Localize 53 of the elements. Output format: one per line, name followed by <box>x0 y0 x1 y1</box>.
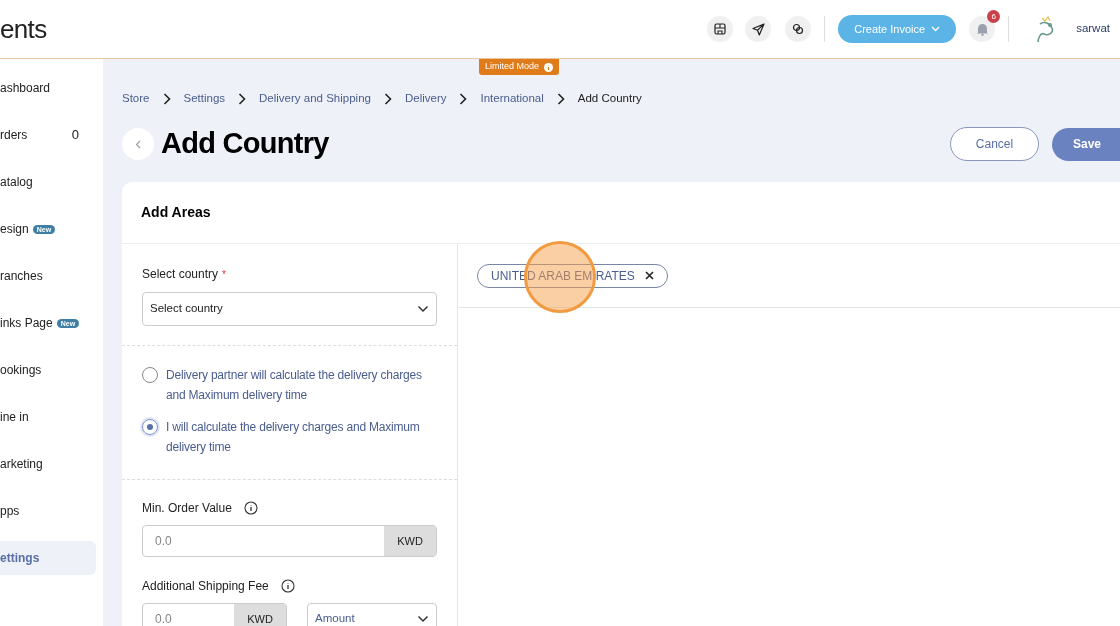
bell-icon[interactable] <box>969 16 996 42</box>
chevron-right-icon <box>383 93 392 105</box>
chevron-right-icon <box>162 93 171 105</box>
min-order-field[interactable]: 0.0 KWD <box>142 525 437 557</box>
notification-badge: 6 <box>987 10 1001 23</box>
chevron-left-icon <box>135 139 141 149</box>
send-icon[interactable] <box>745 16 772 42</box>
info-icon <box>243 501 258 515</box>
save-button[interactable]: Save <box>1052 127 1120 161</box>
store-icon[interactable] <box>707 16 734 42</box>
sidebar-item[interactable]: atalog <box>0 165 96 199</box>
info-icon <box>280 579 295 593</box>
breadcrumb-link[interactable]: Store <box>122 90 150 108</box>
shipping-fee-field[interactable]: 0.0 KWD <box>142 603 287 626</box>
sidebar-item[interactable]: ranches <box>0 259 96 293</box>
sidebar-item[interactable]: ine in <box>0 400 96 434</box>
sidebar-item[interactable]: ookings <box>0 353 96 387</box>
currency-label: KWD <box>234 604 286 626</box>
link-icon[interactable] <box>785 16 812 42</box>
field-label: Additional Shipping Fee <box>142 578 269 595</box>
field-label: Select country <box>142 267 219 281</box>
country-select[interactable]: Select country <box>142 292 437 326</box>
chevron-down-icon <box>417 615 429 623</box>
chevron-right-icon <box>459 93 468 105</box>
logo: ents <box>0 12 47 46</box>
order-count: 0 <box>71 126 80 145</box>
page-title: Add Country <box>161 126 329 162</box>
breadcrumb-link[interactable]: Settings <box>183 90 226 108</box>
chevron-right-icon <box>238 93 247 105</box>
radio-label: Delivery partner will calculate the delivery charges and Maximum delivery time <box>166 367 423 404</box>
radio-button[interactable] <box>142 419 158 435</box>
card-title: Add Areas <box>141 203 211 222</box>
sidebar-item[interactable]: pps <box>0 494 96 528</box>
breadcrumb-link[interactable]: Delivery and Shipping <box>259 90 371 108</box>
radio-label: I will calculate the delivery charges and Maximum delivery time <box>166 419 421 456</box>
close-icon[interactable] <box>644 271 654 280</box>
chevron-down-icon <box>931 26 941 32</box>
shipping-fee-input[interactable]: 0.0 <box>143 604 234 626</box>
min-order-input[interactable]: 0.0 <box>143 526 384 556</box>
sidebar-item[interactable]: rders 0 <box>0 118 96 152</box>
fee-type-select[interactable]: Amount <box>307 603 437 626</box>
sidebar-item[interactable]: ashboard <box>0 71 96 105</box>
field-label: Min. Order Value <box>142 500 232 517</box>
breadcrumb-link[interactable]: Delivery <box>404 90 447 108</box>
chevron-right-icon <box>556 93 565 105</box>
sidebar-item[interactable]: ettings <box>0 541 96 575</box>
currency-label: KWD <box>384 526 436 556</box>
breadcrumb-link[interactable]: International <box>480 90 544 108</box>
chevron-down-icon <box>417 305 429 313</box>
sidebar-item[interactable]: arketing <box>0 447 96 481</box>
user-name[interactable]: sarwat <box>1076 20 1110 38</box>
required-mark: * <box>222 269 226 280</box>
cancel-button[interactable]: Cancel <box>950 127 1039 161</box>
